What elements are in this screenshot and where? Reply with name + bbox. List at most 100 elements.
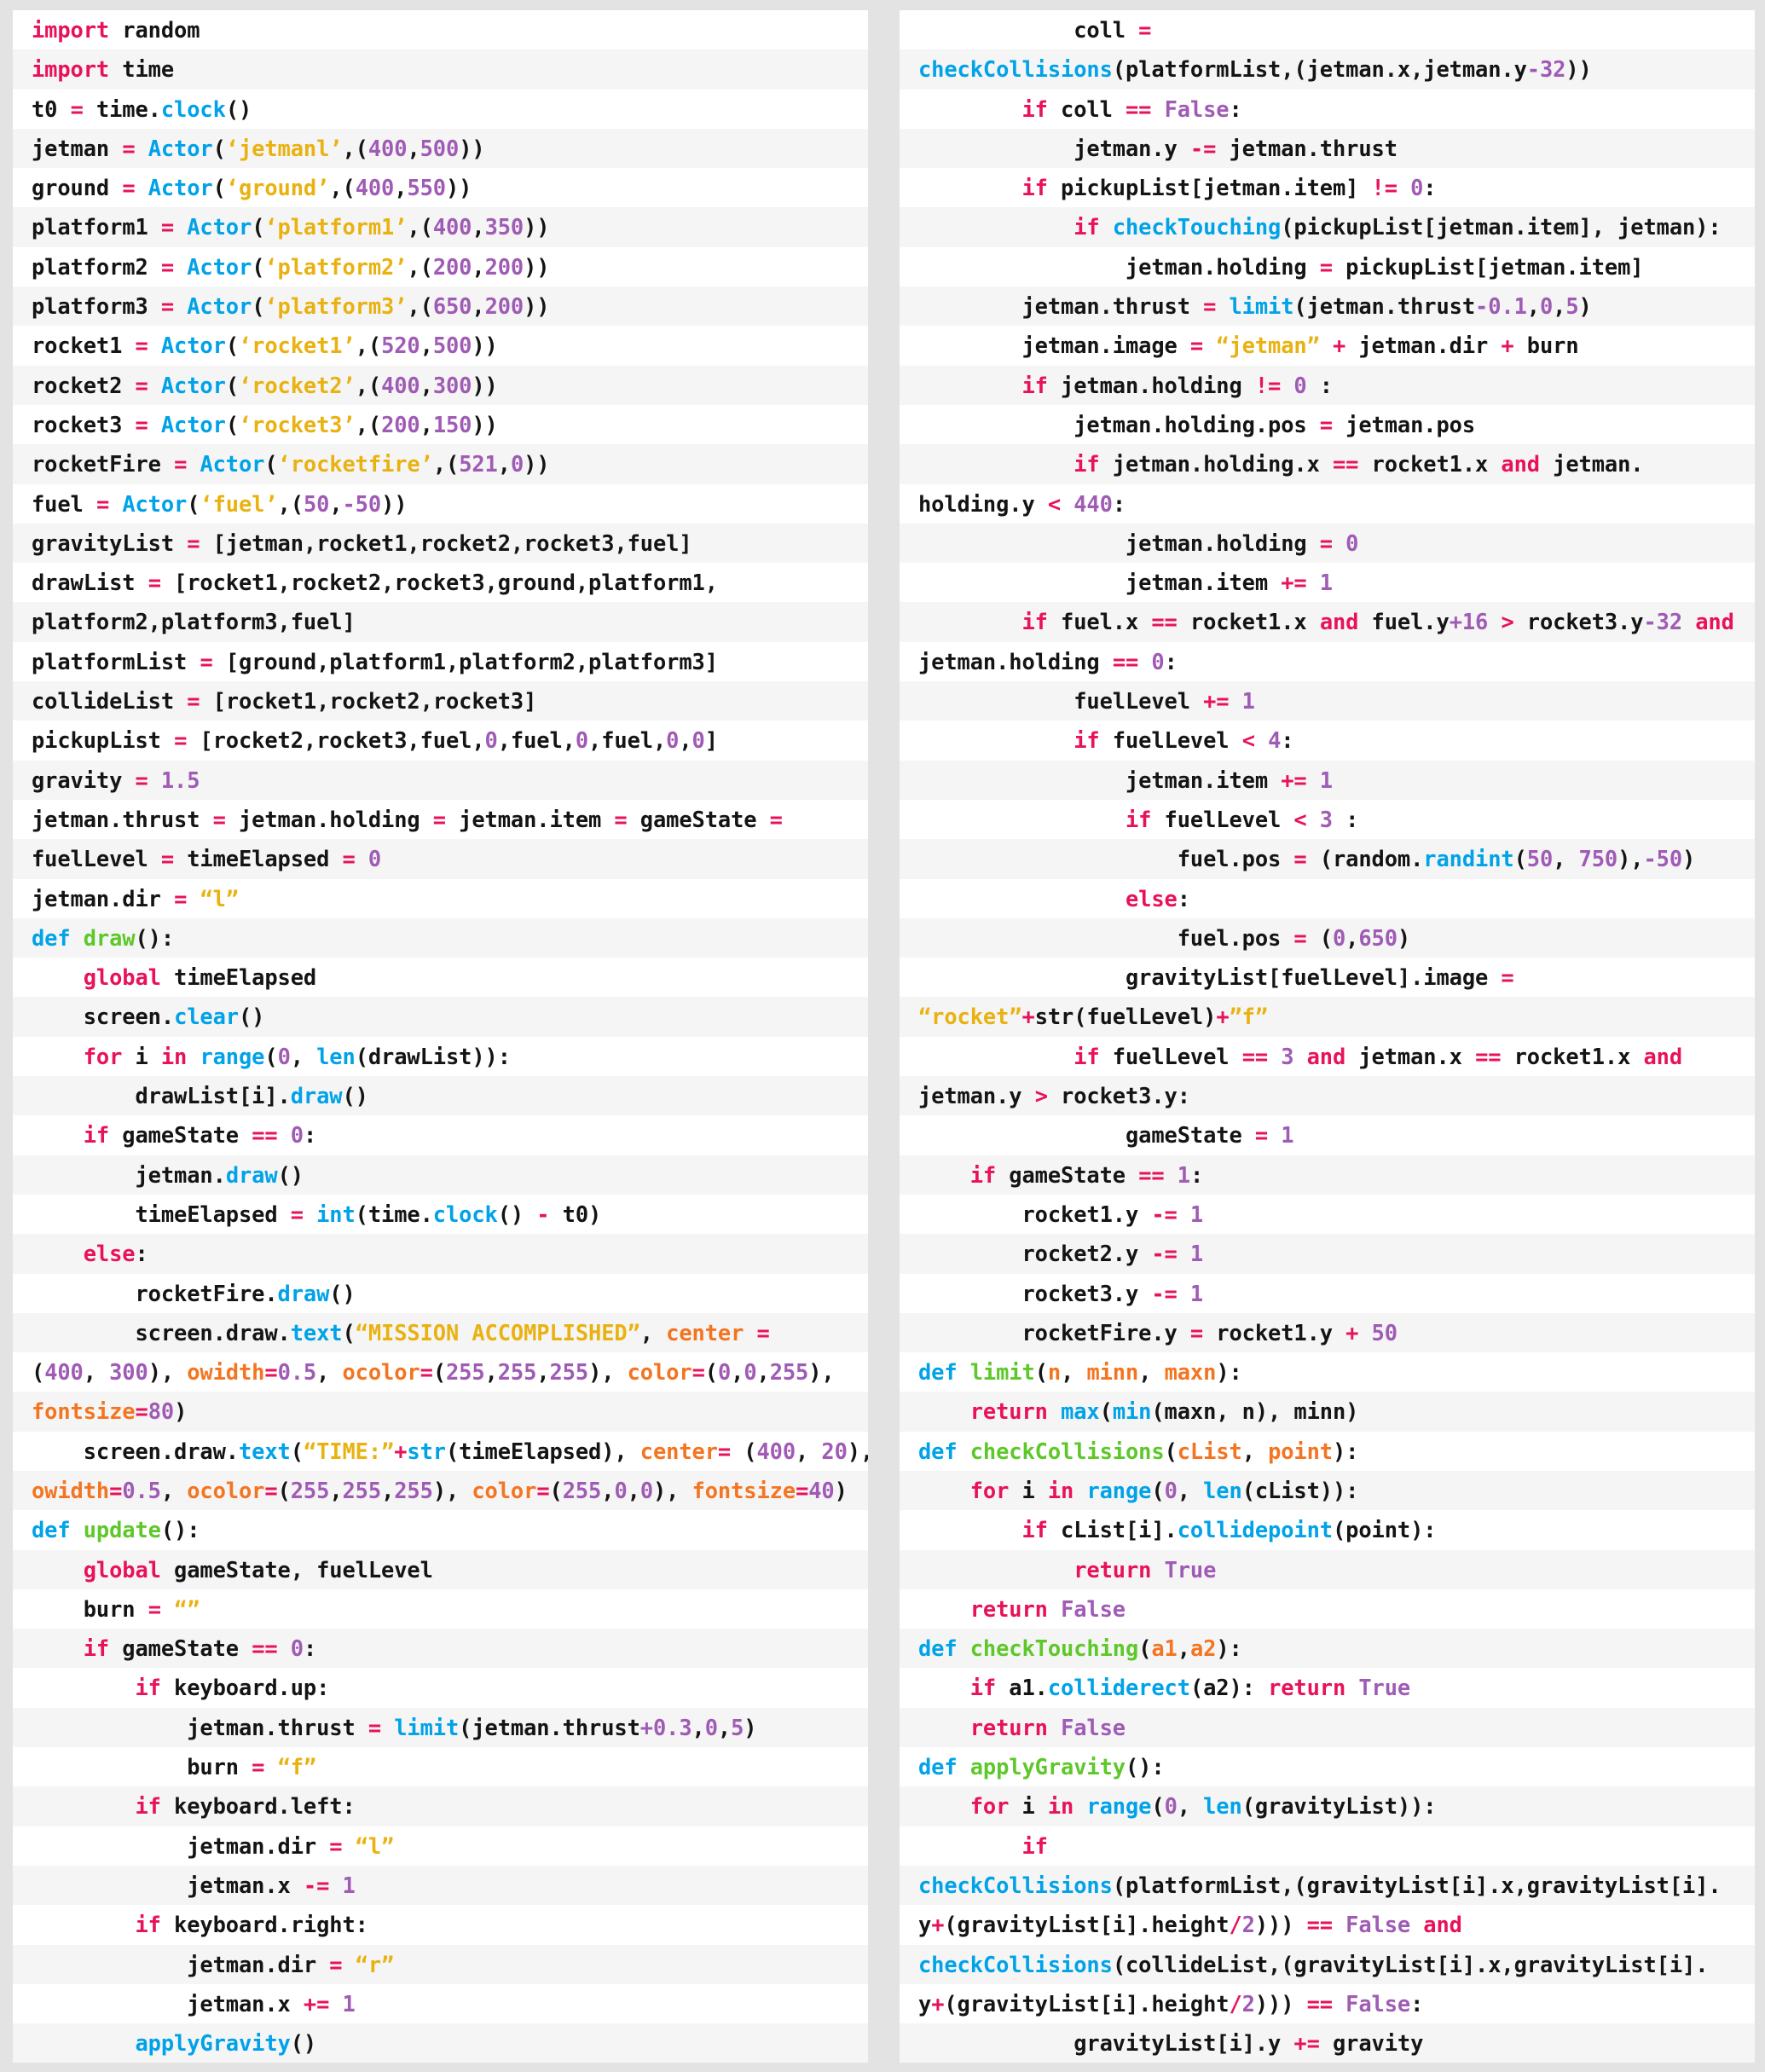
code-token-t — [174, 254, 187, 280]
code-token-n: 1 — [1241, 688, 1255, 715]
code-token-t — [329, 1872, 342, 1898]
code-token-t: ,( — [407, 214, 433, 240]
code-token-t: ,( — [407, 293, 433, 320]
code-line: def update(): — [13, 1510, 868, 1550]
code-token-t: , — [1138, 1359, 1165, 1386]
code-line: y+(gravityList[i].height/2))) == False a… — [900, 1905, 1755, 1945]
code-token-t: rocketFire.y — [918, 1319, 1190, 1346]
code-line: rocket3.y -= 1 — [900, 1273, 1755, 1313]
code-line: jetman.y -= jetman.thrust — [900, 128, 1755, 169]
code-line: ground = Actor(‘ground’,(400,550)) — [13, 168, 868, 208]
code-token-t: ( — [252, 253, 265, 280]
code-token-p: point — [1268, 1438, 1333, 1464]
code-token-t: gravityList[fuelLevel].image — [918, 964, 1502, 991]
code-token-t — [1488, 609, 1501, 634]
code-token-t — [918, 727, 1073, 753]
code-token-t: ( — [252, 214, 265, 240]
code-token-t: )) — [472, 333, 498, 359]
code-token-t: , — [329, 1477, 343, 1503]
code-line: if cList[i].collidepoint(point): — [900, 1510, 1755, 1550]
code-token-n: 200 — [484, 293, 524, 320]
code-token-n: 255 — [769, 1359, 809, 1386]
code-token-t: burn — [32, 1595, 148, 1622]
code-token-p: cList — [1177, 1438, 1242, 1464]
code-line: gameState = 1 — [900, 1115, 1755, 1155]
code-token-d: colliderect — [1047, 1675, 1190, 1701]
code-token-t — [1178, 1201, 1190, 1227]
code-token-t: holding.y — [918, 490, 1048, 517]
code-token-k: + — [1332, 333, 1346, 359]
code-token-t: fuel.pos — [918, 924, 1294, 951]
code-token-t: [rocket1,rocket2,rocket3,ground,platform… — [160, 570, 718, 596]
code-token-k: + — [1021, 1004, 1035, 1030]
code-token-s: ‘jetmanl’ — [225, 135, 343, 161]
code-token-t: ( — [212, 175, 226, 201]
code-line: import time — [13, 49, 868, 90]
code-token-t — [148, 412, 161, 437]
code-token-t: coll — [918, 17, 1139, 43]
code-token-k: return — [1268, 1675, 1346, 1701]
code-token-t: ( — [549, 1477, 563, 1503]
code-line: drawList = [rocket1,rocket2,rocket3,grou… — [13, 563, 868, 603]
code-token-d: checkCollisions — [918, 1872, 1113, 1898]
code-token-t: )) — [446, 175, 472, 201]
code-token-k: if — [1073, 727, 1100, 754]
code-token-k: != — [1254, 372, 1282, 398]
code-token-n: 0 — [717, 1359, 732, 1386]
code-token-k: = — [756, 1319, 770, 1346]
code-token-t: (): — [135, 924, 175, 951]
code-token-n: 750 — [1578, 846, 1618, 872]
code-token-n: 400 — [381, 372, 420, 398]
code-token-t: i — [1009, 1793, 1048, 1820]
code-token-k: = — [1319, 411, 1333, 437]
code-token-n: 50 — [303, 490, 330, 517]
code-token-n: 0 — [1164, 1477, 1178, 1503]
code-token-n: -50 — [342, 490, 382, 517]
code-token-t: ( — [1151, 1477, 1165, 1503]
code-token-n: 500 — [420, 135, 460, 161]
code-line: drawList[i].draw() — [13, 1076, 868, 1116]
code-token-t: )) — [524, 293, 550, 320]
code-token-k: = — [1189, 333, 1204, 359]
code-token-t: ( — [264, 1043, 278, 1069]
code-token-k: = — [1138, 17, 1152, 43]
code-token-t — [174, 214, 187, 240]
code-token-s: ‘platform3’ — [264, 293, 408, 320]
code-token-t — [918, 1398, 970, 1424]
code-token-t — [1268, 1122, 1281, 1148]
code-token-t: rocket1 — [32, 333, 136, 359]
code-token-t: ) — [174, 1398, 188, 1425]
code-token-k: global — [83, 964, 161, 991]
code-token-t: jetman.item — [445, 806, 615, 832]
code-token-t: rocket2.y — [918, 1241, 1152, 1267]
code-token-s: “f” — [277, 1754, 317, 1780]
code-token-k: = — [769, 806, 783, 832]
code-token-t: () — [329, 1280, 356, 1306]
code-token-t: ,( — [355, 372, 382, 398]
code-token-n: 1 — [1189, 1241, 1204, 1267]
code-token-t: (collideList,(gravityList[i].x,gravityLi… — [1112, 1951, 1709, 1977]
code-token-n: 1 — [1177, 1161, 1190, 1188]
code-token-k: = — [1293, 924, 1307, 951]
code-token-k: = — [1203, 293, 1217, 320]
code-token-t — [918, 1793, 970, 1819]
code-token-k: == — [1332, 451, 1359, 477]
code-token-k: if — [83, 1635, 110, 1662]
code-token-d: Actor — [148, 175, 213, 201]
code-token-t: ( — [1034, 1359, 1048, 1386]
code-token-t — [381, 1715, 394, 1740]
code-token-t — [1398, 175, 1410, 200]
code-token-n: 0 — [744, 1359, 757, 1386]
code-line: jetman.image = “jetman” + jetman.dir + b… — [900, 326, 1755, 366]
code-token-k: = — [212, 806, 226, 832]
code-token-t — [1345, 1675, 1358, 1700]
code-token-n: 0 — [290, 1122, 304, 1149]
code-token-t: jetman.holding — [918, 648, 1113, 674]
code-token-n: 5 — [731, 1714, 744, 1740]
code-token-n: 255 — [446, 1359, 485, 1386]
code-line: return max(min(maxn, n), minn) — [900, 1392, 1755, 1432]
code-line: platform3 = Actor(‘platform3’,(650,200)) — [13, 286, 868, 327]
code-token-t: ): — [1216, 1359, 1242, 1386]
code-token-t — [918, 1044, 1073, 1069]
code-token-t — [356, 846, 368, 871]
